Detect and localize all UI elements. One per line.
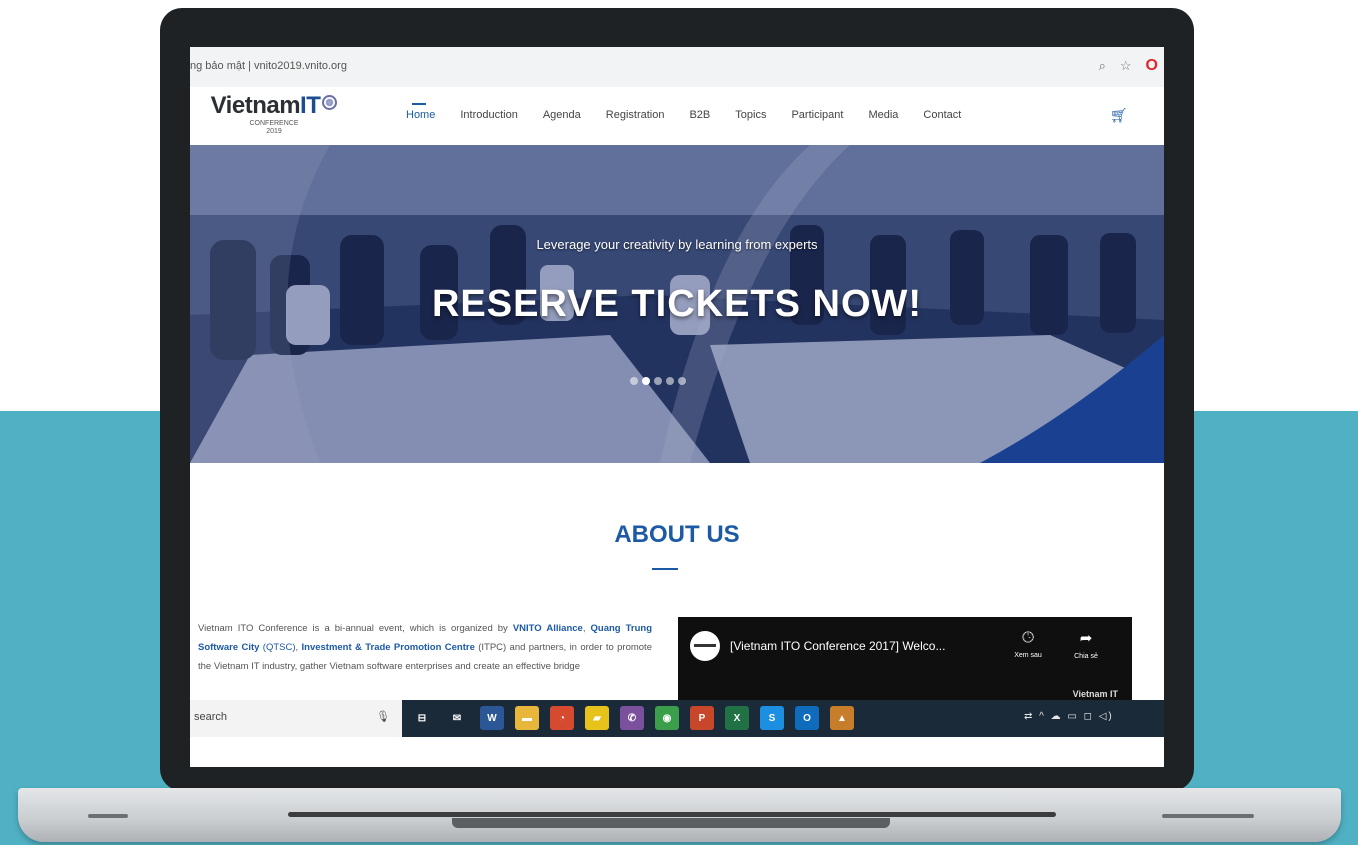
hero-subtitle: Leverage your creativity by learning fro… [536, 237, 818, 252]
about-divider [652, 568, 678, 570]
watch-later-button[interactable]: 🕓︎ Xem sau [1006, 629, 1050, 659]
viber-icon[interactable]: ✆ [620, 706, 644, 730]
video-title[interactable]: [Vietnam ITO Conference 2017] Welco... [730, 639, 945, 653]
about-text-intro: Vietnam ITO Conference is a bi-annual ev… [198, 623, 513, 634]
slider-dot[interactable] [654, 377, 662, 385]
system-tray[interactable]: ⇄ ^ ☁ ▭ ◻ ◁) [1024, 711, 1114, 722]
taskbar-search-text[interactable]: search [194, 711, 227, 723]
outlook-icon[interactable]: O [795, 706, 819, 730]
link-itpc[interactable]: Investment & Trade Promotion Centre [302, 642, 475, 653]
globe-icon [322, 95, 338, 110]
video-embed[interactable]: [Vietnam ITO Conference 2017] Welco... 🕓… [678, 617, 1132, 707]
laptop-notch [452, 818, 890, 828]
video-brand: Vietnam IT [1072, 689, 1118, 699]
about-title: ABOUT US [614, 521, 740, 548]
logo-it: IT [300, 92, 321, 119]
slider-dot[interactable] [630, 377, 638, 385]
word-icon[interactable]: W [480, 706, 504, 730]
watch-later-label: Xem sau [1014, 652, 1042, 659]
logo-subtitle: CONFERENCE [249, 120, 299, 127]
main-nav: Home Introduction Agenda Registration B2B Top… [406, 103, 986, 121]
site-logo[interactable]: VietnamIT CONFERENCE 2019 [204, 92, 344, 136]
share-button[interactable]: ➦ Chia sẻ [1064, 629, 1108, 660]
address-bar-actions: ⌕ ☆ O [1099, 57, 1158, 75]
share-icon: ➦ [1079, 630, 1093, 647]
opera-icon[interactable]: O [1146, 57, 1158, 75]
nav-item-media[interactable]: Media [868, 109, 898, 121]
nav-item-introduction[interactable]: Introduction [460, 109, 517, 121]
about-text-sep: , [582, 623, 591, 634]
browser-address-bar[interactable]: ng bảo mật | vnito2019.vnito.org ⌕ ☆ O [190, 47, 1164, 88]
nav-item-topics[interactable]: Topics [735, 109, 766, 121]
chrome-icon[interactable]: ◉ [655, 706, 679, 730]
task-view-icon[interactable]: ⊟ [410, 706, 434, 730]
clock-icon: 🕓︎ [1022, 629, 1034, 646]
slider-dot[interactable] [666, 377, 674, 385]
taskbar-search-box[interactable]: search 🎙︎ [190, 700, 402, 737]
slider-dot[interactable] [642, 377, 650, 385]
excel-icon[interactable]: X [725, 706, 749, 730]
link-qtsc-abbr[interactable]: (QTSC) [263, 642, 296, 653]
url-text[interactable]: ng bảo mật | vnito2019.vnito.org [190, 60, 347, 72]
windows-taskbar: search 🎙︎ ⊟ ✉ W ▬ ◔ ▰ ✆ ◉ P X S O ▲ ⇄ ^ ☁ ▭ ◻ ◁) [190, 700, 1164, 737]
photos-icon[interactable]: ▲ [830, 706, 854, 730]
hero-banner: Leverage your creativity by learning fro… [190, 145, 1164, 463]
nav-item-agenda[interactable]: Agenda [543, 109, 581, 121]
file-explorer-icon[interactable]: ▬ [515, 706, 539, 730]
skype-icon[interactable]: S [760, 706, 784, 730]
nav-item-registration[interactable]: Registration [606, 109, 665, 121]
nav-item-participant[interactable]: Participant [791, 109, 843, 121]
taskbar-apps: ⊟ ✉ W ▬ ◔ ▰ ✆ ◉ P X S O ▲ [410, 706, 854, 730]
mail-icon[interactable]: ✉ [445, 706, 469, 730]
link-vnito-alliance[interactable]: VNITO Alliance [513, 623, 583, 634]
zoom-icon[interactable]: ⌕ [1099, 58, 1106, 74]
hero-title[interactable]: RESERVE TICKETS NOW! [190, 283, 1164, 326]
paint-icon[interactable]: ◔ [550, 706, 574, 730]
laptop-foot-right [1162, 814, 1254, 818]
cart-icon[interactable]: 🛒︎ [1110, 107, 1128, 124]
nav-item-b2b[interactable]: B2B [689, 109, 710, 121]
share-label: Chia sẻ [1074, 653, 1098, 660]
channel-avatar[interactable] [690, 631, 720, 661]
site-header: VietnamIT CONFERENCE 2019 Home Introducti… [190, 87, 1164, 145]
laptop-foot-left [88, 814, 128, 818]
powerpoint-icon[interactable]: P [690, 706, 714, 730]
sticky-notes-icon[interactable]: ▰ [585, 706, 609, 730]
bookmark-star-icon[interactable]: ☆ [1120, 58, 1132, 74]
slider-dots [630, 377, 686, 385]
about-paragraph: Vietnam ITO Conference is a bi-annual ev… [198, 619, 652, 676]
slider-dot[interactable] [678, 377, 686, 385]
laptop-hinge-line [288, 812, 1056, 817]
logo-brand: Vietnam [210, 92, 301, 119]
nav-item-contact[interactable]: Contact [923, 109, 961, 121]
laptop-screen: ng bảo mật | vnito2019.vnito.org ⌕ ☆ O V… [190, 47, 1164, 767]
nav-item-home[interactable]: Home [406, 103, 435, 121]
logo-year: 2019 [266, 128, 282, 135]
microphone-icon[interactable]: 🎙︎ [376, 710, 390, 723]
